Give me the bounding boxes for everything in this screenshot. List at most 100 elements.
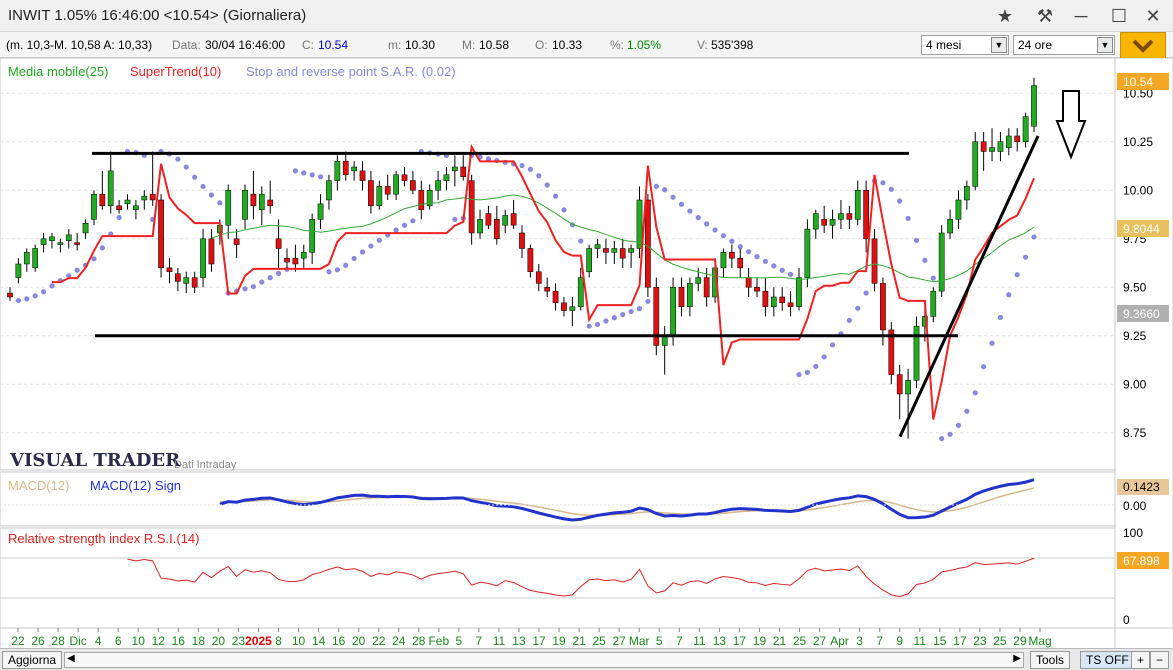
price-tick-label: 9.00 [1123,377,1147,391]
percent-label: %: [610,38,625,52]
refresh-button[interactable]: Aggiorna [2,651,63,669]
candle-body [628,248,634,253]
percent-value: 1.05% [627,38,662,52]
sar-dot [259,279,265,285]
sar-dot [695,215,701,221]
candle-body [460,166,467,177]
zoom-out-button[interactable]: − [1150,651,1170,669]
volume-value: 535'398 [711,38,754,52]
zoom-in-button[interactable]: + [1131,651,1151,669]
sar-dot [208,192,215,198]
candle-body [242,190,248,220]
window-title: INWIT 1.05% 16:46:00 <10.54> (Giornalier… [8,7,307,24]
minimize-icon[interactable]: ─ [1068,3,1094,29]
close-icon[interactable]: ✕ [1140,3,1166,29]
sar-dot [376,237,382,243]
sar-dot [981,364,987,370]
interval-select[interactable]: 24 ore ▼ [1013,35,1115,55]
ma-value-label: 9.8044 [1123,222,1160,236]
scroll-right-icon[interactable]: ▶ [1013,653,1021,664]
candle-body [829,219,836,226]
candle-body [913,325,920,381]
candle-body [149,193,156,201]
candle-body [645,199,651,288]
sar-dot [997,314,1004,321]
candle-body [175,273,181,282]
rsi-bottom-label: 0 [1123,613,1130,627]
time-tick-label: 25 [592,634,606,648]
expand-chevron-button[interactable] [1120,32,1166,60]
candle-body [208,238,215,265]
candle-body [569,306,576,311]
quote-info-bar: (m. 10,3-M. 10,58 A: 10,33) Data: 30/04 … [0,32,1173,58]
candle-body [863,190,869,240]
sar-dot [964,408,970,414]
legend-supertrend: SuperTrend(10) [130,64,221,79]
legend-macd: MACD(12) [8,478,69,493]
chevron-down-icon[interactable]: ▼ [1097,37,1113,53]
time-tick-label: 17 [733,634,747,648]
chart-area[interactable]: Media mobile(25) SuperTrend(10) Stop and… [0,58,1173,650]
time-tick-label: 21 [572,634,586,648]
time-tick-label: 17 [532,634,546,648]
sar-dot [628,308,634,315]
sar-dot [796,371,802,378]
tools-button[interactable]: Tools [1030,651,1071,669]
period-select[interactable]: 4 mesi ▼ [921,35,1009,55]
candle-body [695,277,702,284]
candle-body [65,234,72,241]
time-tick-label: Feb [428,634,449,648]
candle-body [997,141,1004,152]
candle-body [334,160,341,181]
ts-off-button[interactable]: TS OFF [1080,651,1135,669]
time-tick-label: 21 [773,634,787,648]
time-tick-label: Apr [830,634,849,648]
candle-body [838,213,844,220]
sar-dot [334,267,340,273]
sar-dot [930,275,936,281]
macd-value-label: 0.1423 [1123,480,1160,494]
star-icon[interactable]: ★ [992,3,1018,29]
time-tick-label: 25 [993,634,1007,648]
maximize-icon[interactable]: ☐ [1106,3,1132,29]
hammer-icon[interactable]: ⚒ [1032,3,1058,29]
sar-dot [1023,254,1029,260]
candle-body [401,174,408,181]
candle-body [74,242,80,245]
candle-body [141,195,148,201]
scroll-left-icon[interactable]: ◀ [67,653,75,664]
sar-dot [586,323,592,329]
sar-dot [351,255,357,262]
time-tick-label: 11 [493,634,506,648]
sar-dot [343,262,349,268]
candle-body [166,267,173,273]
sar-dot [813,363,819,369]
time-tick-label: 20 [352,634,366,648]
sar-dot [712,227,718,233]
candle-body [116,205,122,210]
candle-body [342,160,349,176]
horizontal-scrollbar[interactable]: ◀ ▶ [64,652,1024,668]
candle-body [779,296,786,304]
sar-dot [200,183,206,190]
brand-subtitle: Dati Intraday [174,459,237,471]
min-label: m: [388,38,402,52]
price-chart-svg[interactable]: Media mobile(25) SuperTrend(10) Stop and… [0,58,1173,650]
time-tick-label: 9 [896,634,903,648]
time-tick-label: 19 [753,634,767,648]
time-tick-label: 17 [953,634,967,648]
candle-body [1005,135,1012,148]
time-tick-label: 13 [713,634,727,648]
candle-body [535,271,542,284]
candle-body [317,203,324,220]
candle-body [351,166,357,172]
sar-dot [578,238,584,244]
candle-body [284,257,290,263]
candle-body [812,213,819,230]
sar-dot [91,256,97,262]
time-tick-label: 28 [51,634,65,648]
sar-dot [620,311,626,318]
sar-dot [116,214,122,221]
sar-dot [359,249,366,255]
chevron-down-icon[interactable]: ▼ [991,37,1007,53]
